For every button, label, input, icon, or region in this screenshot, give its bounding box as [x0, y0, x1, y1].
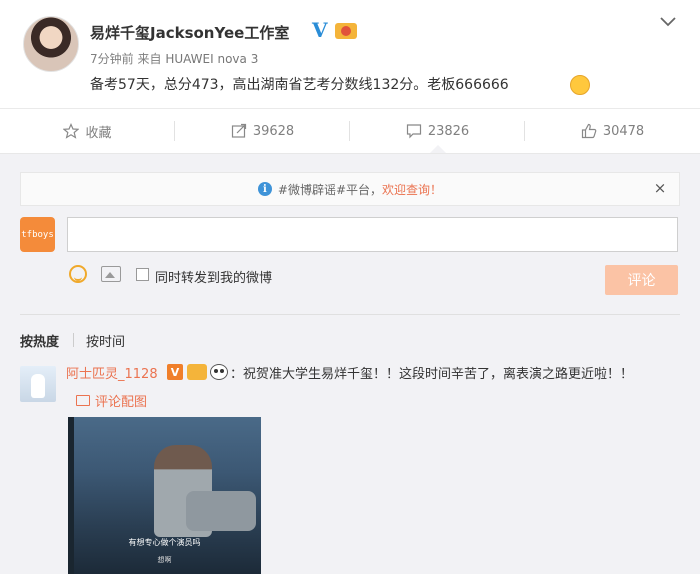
post-device: HUAWEI nova 3	[165, 52, 259, 66]
divider	[73, 333, 74, 347]
post-author-name[interactable]: 易烊千玺JacksonYee工作室	[90, 22, 289, 43]
comment-image-link[interactable]: 评论配图	[76, 391, 147, 410]
vip-badge-icon	[335, 23, 357, 39]
repost-checkbox[interactable]	[136, 268, 149, 281]
sort-by-time-tab[interactable]: 按时间	[86, 331, 125, 350]
notice-text: #微博辟谣#平台，	[277, 182, 383, 197]
post-content: 备考57天，总分473，高出湖南省艺考分数线132分。老板666666	[90, 77, 509, 93]
close-icon[interactable]: ×	[650, 178, 670, 198]
comment-count: 23826	[427, 123, 470, 139]
comment-icon	[406, 124, 421, 139]
sort-by-hot-tab[interactable]: 按热度	[20, 331, 59, 350]
submit-comment-button[interactable]: 评论	[605, 265, 678, 295]
post-meta: 7分钟前 来自 HUAWEI nova 3	[90, 50, 258, 67]
star-icon	[63, 123, 80, 139]
verified-icon: V	[312, 18, 328, 42]
divider	[20, 314, 680, 315]
source-prefix: 来自	[137, 52, 162, 66]
notice-link[interactable]: 欢迎查询！	[382, 181, 442, 198]
rumor-notice-bar: i #微博辟谣#平台， 欢迎查询！	[20, 172, 680, 206]
repost-button[interactable]: 39628	[175, 109, 350, 153]
fan-badge-icon	[187, 364, 207, 380]
comment-text: ：祝贺准大学生易烊千玺！！这段时间辛苦了，离表演之路更近啦！！	[230, 367, 634, 382]
comment-image-link-label: 评论配图	[95, 395, 148, 410]
panda-emoji-icon	[210, 364, 228, 380]
repost-checkbox-label[interactable]: 同时转发到我的微博	[155, 267, 272, 286]
current-user-avatar[interactable]: tfboys	[20, 217, 55, 252]
like-count: 30478	[602, 123, 645, 139]
repost-count: 39628	[252, 123, 295, 139]
author-avatar[interactable]	[23, 16, 79, 72]
repost-icon	[231, 123, 246, 138]
thumbs-up-icon	[581, 123, 597, 139]
post-time[interactable]: 7分钟前	[90, 52, 134, 66]
vip-icon: V	[167, 364, 183, 380]
image-icon	[76, 395, 90, 406]
weibo-post: 易烊千玺JacksonYee工作室 V 7分钟前 来自 HUAWEI nova …	[0, 0, 700, 108]
emoji-picker-icon[interactable]	[69, 265, 87, 283]
commenter-name[interactable]: 阿士匹灵_1128	[66, 363, 158, 382]
active-tab-caret	[430, 145, 446, 153]
action-bar: 收藏 39628 23826 30478	[0, 109, 700, 153]
comment-input[interactable]	[67, 217, 678, 252]
image-subtitle-2: 想啊	[157, 556, 172, 564]
favorite-label: 收藏	[85, 125, 112, 141]
image-subtitle: 有想专心做个演员吗	[128, 538, 201, 547]
chevron-down-icon[interactable]	[658, 14, 678, 30]
comment-image[interactable]: 有想专心做个演员吗 想啊	[68, 417, 261, 574]
favorite-button[interactable]: 收藏	[0, 109, 175, 153]
image-upload-icon[interactable]	[101, 266, 121, 282]
emoji-icon	[570, 75, 590, 95]
commenter-avatar[interactable]	[20, 366, 56, 402]
like-button[interactable]: 30478	[525, 109, 700, 153]
info-icon: i	[257, 182, 272, 196]
